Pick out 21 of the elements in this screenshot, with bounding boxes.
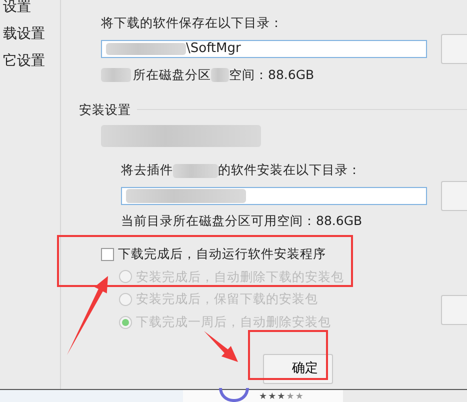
field-label: 的软件安装在以下目录： bbox=[218, 161, 361, 180]
star-rating: ★★★★★ bbox=[259, 392, 304, 402]
path-text: \SoftMgr bbox=[186, 40, 241, 58]
app-icon bbox=[219, 388, 249, 402]
arrow bbox=[204, 331, 238, 362]
field-label: 将去插件 bbox=[121, 161, 173, 180]
blurred-area bbox=[173, 164, 218, 178]
checkbox[interactable] bbox=[101, 248, 114, 261]
ok-button[interactable]: 确定 bbox=[263, 354, 333, 384]
checkbox-label: 下载完成后，自动运行软件安装程序 bbox=[118, 244, 326, 263]
sidebar-item[interactable]: 它设置 bbox=[3, 48, 60, 75]
field-label: 将下载的软件保存在以下目录： bbox=[101, 14, 284, 32]
blurred-area bbox=[211, 68, 229, 82]
blurred-area bbox=[101, 68, 131, 82]
install-path-field[interactable] bbox=[121, 187, 427, 205]
path-field[interactable]: \SoftMgr bbox=[101, 40, 427, 58]
sidebar-item[interactable]: 载设置 bbox=[3, 21, 60, 48]
section-title: 安装设置 bbox=[79, 100, 131, 118]
free-space-text: 空间：88.6GB bbox=[229, 66, 314, 84]
free-space-text: 所在磁盘分区 bbox=[133, 66, 211, 84]
free-space-text: 当前目录所在磁盘分区可用空间：88.6GB bbox=[121, 212, 364, 230]
